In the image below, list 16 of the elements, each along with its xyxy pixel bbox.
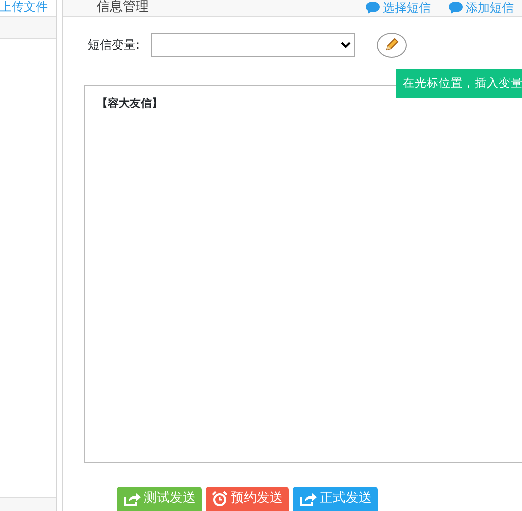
action-link[interactable]: 添加短信 xyxy=(449,0,514,15)
pencil-icon xyxy=(384,37,400,54)
share-icon xyxy=(123,491,141,507)
page-title: 信息管理 xyxy=(97,0,149,15)
share-icon xyxy=(299,491,317,507)
variable-label: 短信变量: xyxy=(88,37,140,54)
alarm-clock-icon xyxy=(212,491,228,507)
variable-select[interactable] xyxy=(151,33,356,58)
send-button[interactable]: 正式发送 xyxy=(293,487,378,511)
insert-button[interactable] xyxy=(377,32,408,58)
upload-link[interactable]: 上传文件 xyxy=(0,0,48,14)
action-link[interactable]: 选择短信 xyxy=(366,0,431,15)
schedule-send-button[interactable]: 预约发送 xyxy=(206,487,289,511)
chat-icon xyxy=(366,2,380,14)
test-send-button[interactable]: 测试发送 xyxy=(117,487,202,511)
chat-icon xyxy=(449,2,463,14)
